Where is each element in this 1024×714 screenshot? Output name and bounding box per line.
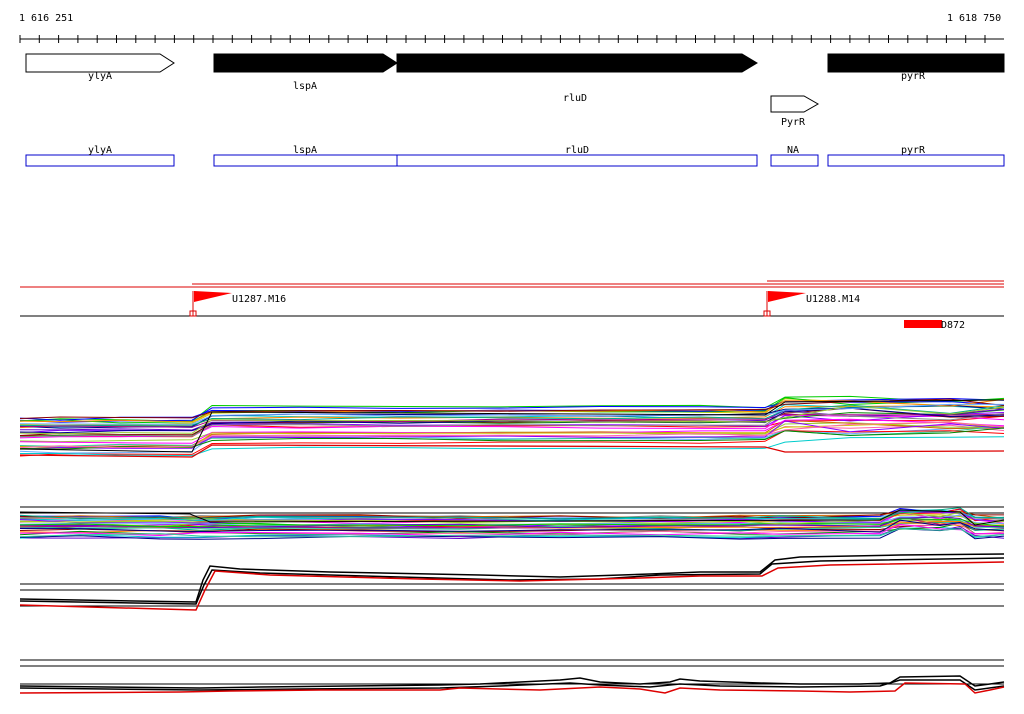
gene-box-rluD[interactable] bbox=[396, 154, 758, 167]
gene-lspA[interactable]: lspA bbox=[213, 53, 398, 92]
flag-icon[interactable] bbox=[768, 291, 806, 302]
marker-U1288-M14[interactable]: U1288.M14 bbox=[763, 291, 860, 317]
gene-label-rluD: rluD bbox=[563, 93, 587, 104]
marker-label: U1288.M14 bbox=[806, 294, 860, 305]
expression-track-2 bbox=[19, 506, 1005, 540]
gene-label-pyrR: pyrR bbox=[901, 71, 926, 82]
expression-track-3 bbox=[19, 553, 1005, 611]
feature-label: D872 bbox=[941, 320, 965, 331]
coordinate-ruler bbox=[19, 35, 1004, 43]
expression-track-4 bbox=[19, 659, 1005, 694]
gene-label-PyrR: PyrR bbox=[781, 117, 806, 128]
gene-box-NA[interactable] bbox=[770, 154, 819, 167]
gene-arrow-PyrR[interactable] bbox=[770, 95, 820, 113]
gene-box-lspA[interactable] bbox=[213, 154, 398, 167]
flag-icon[interactable] bbox=[194, 291, 232, 302]
genome-browser-view: ylyA lspA rluD PyrR pyrR ylyA lspA rluD … bbox=[19, 35, 1005, 694]
gene-box-label-ylyA: ylyA bbox=[88, 145, 112, 156]
gene-rluD[interactable]: rluD bbox=[396, 53, 758, 104]
gene-box-track: ylyA lspA rluD NA pyrR bbox=[25, 145, 1005, 167]
track-3-trace-black-a bbox=[19, 553, 1005, 603]
gene-PyrR[interactable]: PyrR bbox=[770, 95, 820, 128]
feature-bar[interactable] bbox=[904, 320, 942, 328]
gene-label-ylyA: ylyA bbox=[88, 71, 112, 82]
gene-track: ylyA lspA rluD PyrR pyrR bbox=[25, 53, 1005, 128]
gene-box-label-pyrR: pyrR bbox=[901, 145, 926, 156]
marker-track: U1287.M16 U1288.M14 D872 bbox=[20, 280, 1004, 331]
marker-label: U1287.M16 bbox=[232, 294, 286, 305]
gene-box-label-lspA: lspA bbox=[293, 145, 317, 156]
expression-track-1 bbox=[19, 395, 1005, 458]
gene-arrow-lspA[interactable] bbox=[213, 53, 398, 73]
gene-arrow-pyrR[interactable] bbox=[827, 53, 1005, 73]
marker-U1287-M16[interactable]: U1287.M16 bbox=[189, 291, 286, 317]
gene-box-label-rluD: rluD bbox=[565, 145, 589, 156]
track-4-trace-black-2 bbox=[19, 679, 1005, 691]
gene-arrow-rluD[interactable] bbox=[396, 53, 758, 73]
gene-box-pyrR[interactable] bbox=[827, 154, 1005, 167]
gene-label-lspA: lspA bbox=[293, 81, 317, 92]
gene-box-label-NA: NA bbox=[787, 145, 799, 156]
gene-arrow-ylyA[interactable] bbox=[25, 53, 175, 73]
feature-D872[interactable]: D872 bbox=[904, 320, 965, 331]
gene-ylyA[interactable]: ylyA bbox=[25, 53, 175, 82]
gene-pyrR[interactable]: pyrR bbox=[827, 53, 1005, 82]
gene-box-ylyA[interactable] bbox=[25, 154, 175, 167]
